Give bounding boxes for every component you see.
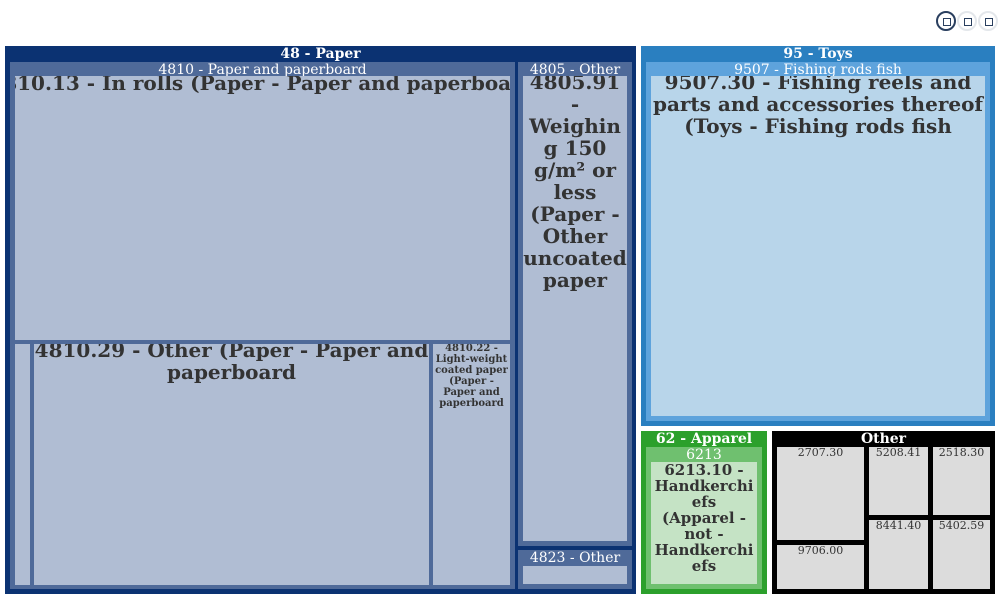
tile-4823-title: 4823 - Other (529, 550, 621, 566)
tile-9706-00-label: 9706.00 (797, 545, 844, 557)
tile-4810-13[interactable]: 4810.13 - In rolls (Paper - Paper and pa… (15, 76, 510, 340)
tile-9507-30[interactable]: 9507.30 - Fishing reels and parts and ac… (651, 76, 985, 416)
tile-8441-40[interactable]: 8441.40 (869, 520, 928, 589)
tile-2518-30[interactable]: 2518.30 (933, 447, 990, 515)
tile-4810-22[interactable]: 4810.22 - Light-weight coated paper (Pap… (433, 344, 510, 585)
modebar (936, 11, 1000, 33)
tile-5208-41[interactable]: 5208.41 (869, 447, 928, 515)
tile-4810-13-label: 4810.13 - In rolls (Paper - Paper and pa… (15, 76, 510, 95)
tile-6213-title: 6213 (686, 447, 722, 463)
tile-4810-29[interactable]: 4810.29 - Other (Paper - Paper and paper… (34, 344, 429, 585)
pan-icon[interactable] (957, 11, 977, 31)
group-toys-title: 95 - Toys (783, 46, 853, 62)
tile-5208-41-label: 5208.41 (875, 447, 922, 459)
tile-4823-leaf[interactable] (523, 566, 627, 584)
tile-5402-59[interactable]: 5402.59 (933, 520, 990, 589)
tile-2707-30[interactable]: 2707.30 (777, 447, 864, 540)
tile-9706-00[interactable]: 9706.00 (777, 545, 864, 589)
tile-5402-59-label: 5402.59 (938, 520, 985, 532)
group-paper-title: 48 - Paper (280, 46, 361, 62)
zoom-icon[interactable] (936, 11, 956, 31)
tile-4810-29-label: 4810.29 - Other (Paper - Paper and paper… (34, 344, 429, 384)
group-other-title: Other (860, 431, 907, 447)
tile-4805-91-label: 4805.91 - Weighing 150 g/m² or less (Pap… (523, 76, 627, 292)
tile-6213-10[interactable]: 6213.10 - Handkerchiefs (Apparel - not -… (651, 462, 757, 584)
reset-icon[interactable] (978, 11, 998, 31)
group-apparel-title: 62 - Apparel (655, 431, 753, 447)
tile-9507-30-label: 9507.30 - Fishing reels and parts and ac… (652, 76, 984, 138)
tile-2518-30-label: 2518.30 (938, 447, 985, 459)
tile-2707-30-label: 2707.30 (797, 447, 844, 459)
tile-8441-40-label: 8441.40 (875, 520, 922, 532)
tile-4805-91[interactable]: 4805.91 - Weighing 150 g/m² or less (Pap… (523, 76, 627, 541)
tile-6213-10-label: 6213.10 - Handkerchiefs (Apparel - not -… (654, 462, 754, 575)
tile-4810-small-strip[interactable] (15, 344, 30, 585)
tile-4810-22-label: 4810.22 - Light-weight coated paper (Pap… (435, 344, 508, 409)
